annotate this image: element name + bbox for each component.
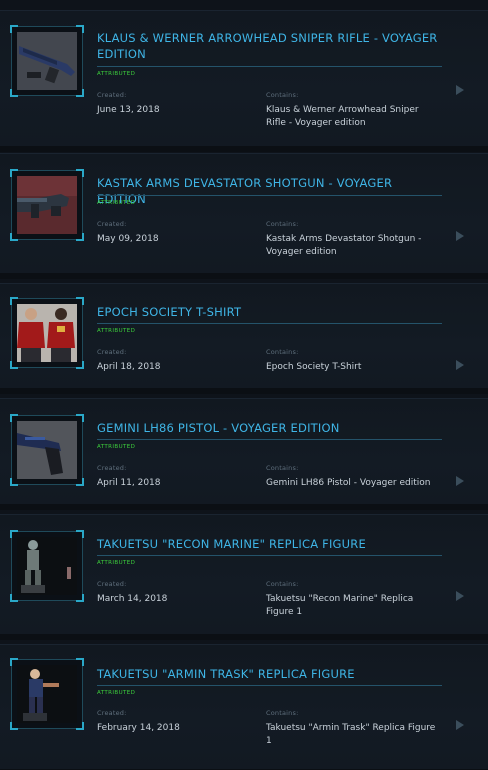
contains-value: Gemini LH86 Pistol - Voyager edition [266, 478, 431, 488]
item-title[interactable]: Kastak Arms Devastator Shotgun - Voyager… [97, 175, 442, 207]
contains-label: Contains: [266, 464, 299, 472]
contains-value: Takuetsu "Armin Trask" Replica Figure 1 [266, 723, 436, 746]
status-badge: ATTRIBUTED [97, 71, 136, 77]
contains-label: Contains: [266, 348, 299, 356]
created-date: June 13, 2018 [97, 105, 160, 115]
created-date: April 11, 2018 [97, 478, 161, 488]
item-thumbnail[interactable] [10, 169, 84, 241]
status-badge: ATTRIBUTED [97, 444, 136, 450]
title-divider [97, 66, 442, 67]
play-arrow-icon[interactable] [456, 85, 464, 95]
figure-marine-icon [17, 537, 77, 595]
status-badge: ATTRIBUTED [97, 328, 136, 334]
list-item[interactable]: Takuetsu "Armin Trask" Replica Figure AT… [0, 644, 488, 770]
list-item[interactable]: Takuetsu "Recon Marine" Replica Figure A… [0, 514, 488, 640]
item-thumbnail[interactable] [10, 530, 84, 602]
list-item[interactable]: Gemini LH86 Pistol - Voyager Edition ATT… [0, 398, 488, 510]
created-label: Created: [97, 464, 127, 472]
item-title[interactable]: Gemini LH86 Pistol - Voyager Edition [97, 420, 442, 436]
play-arrow-icon[interactable] [456, 591, 464, 601]
contains-value: Takuetsu "Recon Marine" Replica Figure 1 [266, 594, 414, 617]
created-label: Created: [97, 91, 127, 99]
play-arrow-icon[interactable] [456, 720, 464, 730]
tshirt-icon [17, 304, 77, 362]
title-divider [97, 195, 442, 196]
contains-value: Epoch Society T-Shirt [266, 362, 362, 372]
title-divider [97, 439, 442, 440]
status-badge: ATTRIBUTED [97, 200, 136, 206]
contains-label: Contains: [266, 580, 299, 588]
status-badge: ATTRIBUTED [97, 690, 136, 696]
list-item[interactable]: Epoch Society T-Shirt ATTRIBUTED Created… [0, 283, 488, 394]
sniper-rifle-icon [17, 32, 77, 90]
play-arrow-icon[interactable] [456, 231, 464, 241]
item-thumbnail[interactable] [10, 414, 84, 486]
title-divider [97, 685, 442, 686]
created-label: Created: [97, 348, 127, 356]
play-arrow-icon[interactable] [456, 360, 464, 370]
list-item[interactable]: Kastak Arms Devastator Shotgun - Voyager… [0, 153, 488, 279]
created-date: April 18, 2018 [97, 362, 161, 372]
pistol-icon [17, 421, 77, 479]
item-title[interactable]: Klaus & Werner Arrowhead Sniper Rifle - … [97, 30, 442, 62]
created-label: Created: [97, 580, 127, 588]
created-date: May 09, 2018 [97, 234, 159, 244]
title-divider [97, 323, 442, 324]
contains-label: Contains: [266, 220, 299, 228]
item-thumbnail[interactable] [10, 297, 84, 369]
created-date: February 14, 2018 [97, 723, 180, 733]
created-label: Created: [97, 709, 127, 717]
shotgun-icon [17, 176, 77, 234]
contains-value: Klaus & Werner Arrowhead Sniper Rifle - … [266, 105, 419, 128]
created-date: March 14, 2018 [97, 594, 168, 604]
item-title[interactable]: Takuetsu "Armin Trask" Replica Figure [97, 666, 442, 682]
list-item[interactable]: Klaus & Werner Arrowhead Sniper Rifle - … [0, 10, 488, 152]
pledge-item-list: Klaus & Werner Arrowhead Sniper Rifle - … [0, 0, 488, 770]
title-divider [97, 555, 442, 556]
item-thumbnail[interactable] [10, 25, 84, 97]
contains-label: Contains: [266, 91, 299, 99]
item-thumbnail[interactable] [10, 658, 84, 730]
created-label: Created: [97, 220, 127, 228]
contains-label: Contains: [266, 709, 299, 717]
figure-trask-icon [17, 665, 77, 723]
contains-value: Kastak Arms Devastator Shotgun - Voyager… [266, 234, 422, 257]
play-arrow-icon[interactable] [456, 476, 464, 486]
status-badge: ATTRIBUTED [97, 560, 136, 566]
item-title[interactable]: Takuetsu "Recon Marine" Replica Figure [97, 536, 442, 552]
item-title[interactable]: Epoch Society T-Shirt [97, 304, 442, 320]
